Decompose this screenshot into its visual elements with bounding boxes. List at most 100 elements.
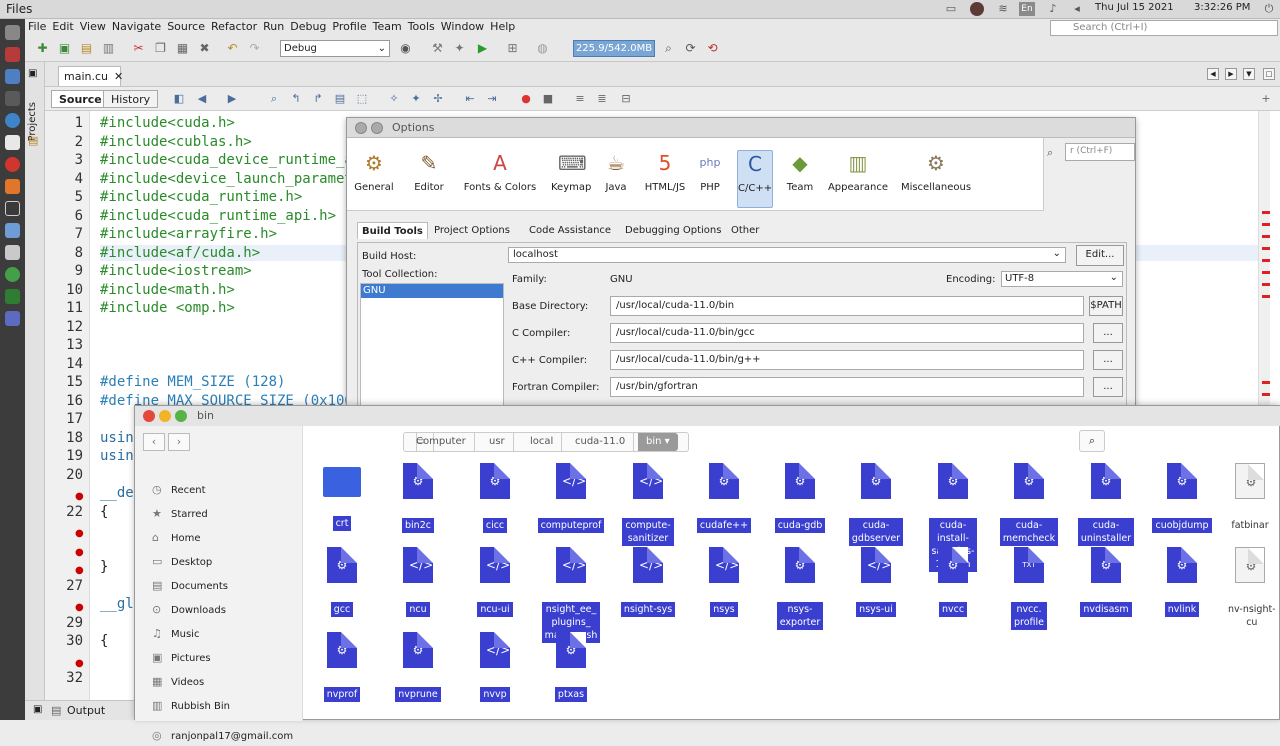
base-directory-field[interactable]: /usr/local/cuda-11.0/bin <box>610 296 1084 316</box>
history-tab[interactable]: History <box>103 90 159 108</box>
code-line[interactable]: } <box>100 559 108 575</box>
target-icon[interactable]: ◉ <box>398 41 413 56</box>
menu-tools[interactable]: Tools <box>405 19 438 34</box>
redo-icon[interactable]: ↷ <box>247 41 262 56</box>
dock-app-icon[interactable] <box>5 223 20 238</box>
code-line[interactable]: { <box>100 633 108 649</box>
place-home[interactable]: ⌂ Home <box>152 529 201 547</box>
file-item[interactable]: ⚙ cuda- memcheck <box>994 463 1064 546</box>
minimize-window-button[interactable] <box>371 122 383 134</box>
stop-macro-icon[interactable]: ■ <box>541 92 555 106</box>
fortran-compiler-field[interactable]: /usr/bin/gfortran <box>610 377 1084 397</box>
crumb-bin[interactable]: bin ▾ <box>638 433 678 451</box>
place-starred[interactable]: ★ Starred <box>152 505 208 523</box>
gc-icon[interactable]: ⟳ <box>683 41 698 56</box>
dock-app-icon[interactable] <box>5 311 20 326</box>
run-icon[interactable]: ▶ <box>475 41 490 56</box>
comment-icon[interactable]: ≡ <box>573 92 587 106</box>
scroll-right-icon[interactable]: ▶ <box>1225 68 1237 80</box>
tab-project-options[interactable]: Project Options <box>434 225 510 236</box>
error-mark[interactable] <box>1262 223 1270 226</box>
file-item[interactable]: ⚙ nvprune <box>383 632 453 702</box>
code-line[interactable]: #include<iostream> <box>100 263 252 279</box>
dock-app-icon[interactable] <box>5 289 20 304</box>
category-c-c-[interactable]: C C/C++ <box>737 150 773 208</box>
tab-build-tools[interactable]: Build Tools <box>357 222 428 239</box>
file-item[interactable]: ⚙ nvprof <box>307 632 377 702</box>
code-line[interactable]: #define MEM_SIZE (128) <box>100 374 285 390</box>
code-line[interactable]: #include<cuda_device_runtime_ap <box>100 152 361 168</box>
menu-navigate[interactable]: Navigate <box>109 19 164 34</box>
source-tab[interactable]: Source <box>51 90 110 108</box>
file-item[interactable]: ⚙ fatbinar <box>1225 463 1275 533</box>
tool-collection-list[interactable]: GNU <box>360 283 504 408</box>
close-window-button[interactable] <box>143 410 155 422</box>
options-search-input[interactable]: r (Ctrl+F) <box>1065 143 1135 161</box>
code-line[interactable]: #include<device_launch_paramete <box>100 171 361 187</box>
screenshot-icon[interactable]: ▭ <box>944 2 958 16</box>
file-item[interactable]: ⚙ cudafe++ <box>689 463 759 533</box>
back-icon[interactable]: ◀ <box>195 92 209 106</box>
notification-bell-icon[interactable]: ♪ <box>1046 2 1060 16</box>
code-line[interactable]: #include<cuda_runtime.h> <box>100 189 302 205</box>
place-videos[interactable]: ▦ Videos <box>152 673 204 691</box>
tab-other[interactable]: Other <box>731 225 759 236</box>
crumb-local[interactable]: local <box>522 433 563 451</box>
error-mark[interactable] <box>1262 283 1270 286</box>
error-mark[interactable] <box>1262 235 1270 238</box>
volume-icon[interactable]: ◂ <box>1070 2 1084 16</box>
error-badge-icon[interactable]: ● <box>75 565 84 576</box>
dock-app-icon[interactable] <box>5 245 20 260</box>
category-fonts-colors[interactable]: A Fonts & Colors <box>457 150 543 208</box>
code-line[interactable]: #include<cuda_runtime_api.h> <box>100 208 336 224</box>
file-item[interactable]: </> compute- sanitizer <box>613 463 683 546</box>
encoding-select[interactable]: UTF-8 ⌄ <box>1001 271 1123 287</box>
find-prev-icon[interactable]: ↰ <box>289 92 303 106</box>
find-icon[interactable]: ⌕ <box>267 92 281 106</box>
tool-collection-item[interactable]: GNU <box>361 284 503 298</box>
category-html-js[interactable]: 5 HTML/JS <box>643 150 687 208</box>
dock-terminal-icon[interactable] <box>5 201 20 216</box>
cpp-compiler-field[interactable]: /usr/local/cuda-11.0/bin/g++ <box>610 350 1084 370</box>
code-line[interactable]: #include<cuda.h> <box>100 115 235 131</box>
toggle-bookmark-icon[interactable]: ✢ <box>431 92 445 106</box>
category-java[interactable]: ☕ Java <box>601 150 631 208</box>
error-mark[interactable] <box>1262 381 1270 384</box>
browse-cpp-compiler-button[interactable]: ... <box>1093 350 1123 370</box>
dock-settings-icon[interactable] <box>5 25 20 40</box>
category-appearance[interactable]: ▥ Appearance <box>826 150 890 208</box>
file-item[interactable]: crt <box>307 463 377 531</box>
memory-indicator[interactable]: 225.9/542.0MB <box>573 40 655 57</box>
menu-debug[interactable]: Debug <box>287 19 329 34</box>
file-item[interactable]: TXT nvcc. profile <box>994 547 1064 630</box>
menu-edit[interactable]: Edit <box>49 19 76 34</box>
place-recent[interactable]: ◷ Recent <box>152 481 206 499</box>
crumb-cuda[interactable]: cuda-11.0 <box>567 433 635 451</box>
menu-file[interactable]: File <box>25 19 49 34</box>
crumb-computer[interactable]: ▭ Computer <box>404 433 475 451</box>
close-window-button[interactable] <box>355 122 367 134</box>
dock-browser-icon[interactable] <box>5 113 20 128</box>
file-item[interactable]: </> nvvp <box>460 632 530 702</box>
menu-view[interactable]: View <box>77 19 109 34</box>
menu-source[interactable]: Source <box>164 19 208 34</box>
error-badge-icon[interactable]: ● <box>75 658 84 669</box>
record-macro-icon[interactable]: ● <box>519 92 533 106</box>
menu-team[interactable]: Team <box>370 19 405 34</box>
select-icon[interactable]: ⬚ <box>355 92 369 106</box>
search-button[interactable]: ⌕ <box>1079 430 1105 452</box>
scroll-left-icon[interactable]: ◀ <box>1207 68 1219 80</box>
file-item[interactable]: ⚙ cuda- uninstaller <box>1071 463 1141 546</box>
maximize-icon[interactable]: □ <box>1263 68 1275 80</box>
category-editor[interactable]: ✎ Editor <box>409 150 449 208</box>
place-ranjonpal-gmail-com[interactable]: ◎ ranjonpal17@gmail.com <box>152 727 293 745</box>
date-label[interactable]: Thu Jul 15 2021 <box>1095 2 1174 13</box>
menu-profile[interactable]: Profile <box>329 19 369 34</box>
debug-icon[interactable]: ⊞ <box>505 41 520 56</box>
file-item[interactable]: ⚙ cicc <box>460 463 530 533</box>
place-rubbish-bin[interactable]: ▥ Rubbish Bin <box>152 697 230 715</box>
file-item[interactable]: ⚙ ptxas <box>536 632 606 702</box>
file-item[interactable]: </> ncu-ui <box>460 547 530 617</box>
undo-icon[interactable]: ↶ <box>225 41 240 56</box>
minimize-icon[interactable]: ▣ <box>28 68 37 79</box>
